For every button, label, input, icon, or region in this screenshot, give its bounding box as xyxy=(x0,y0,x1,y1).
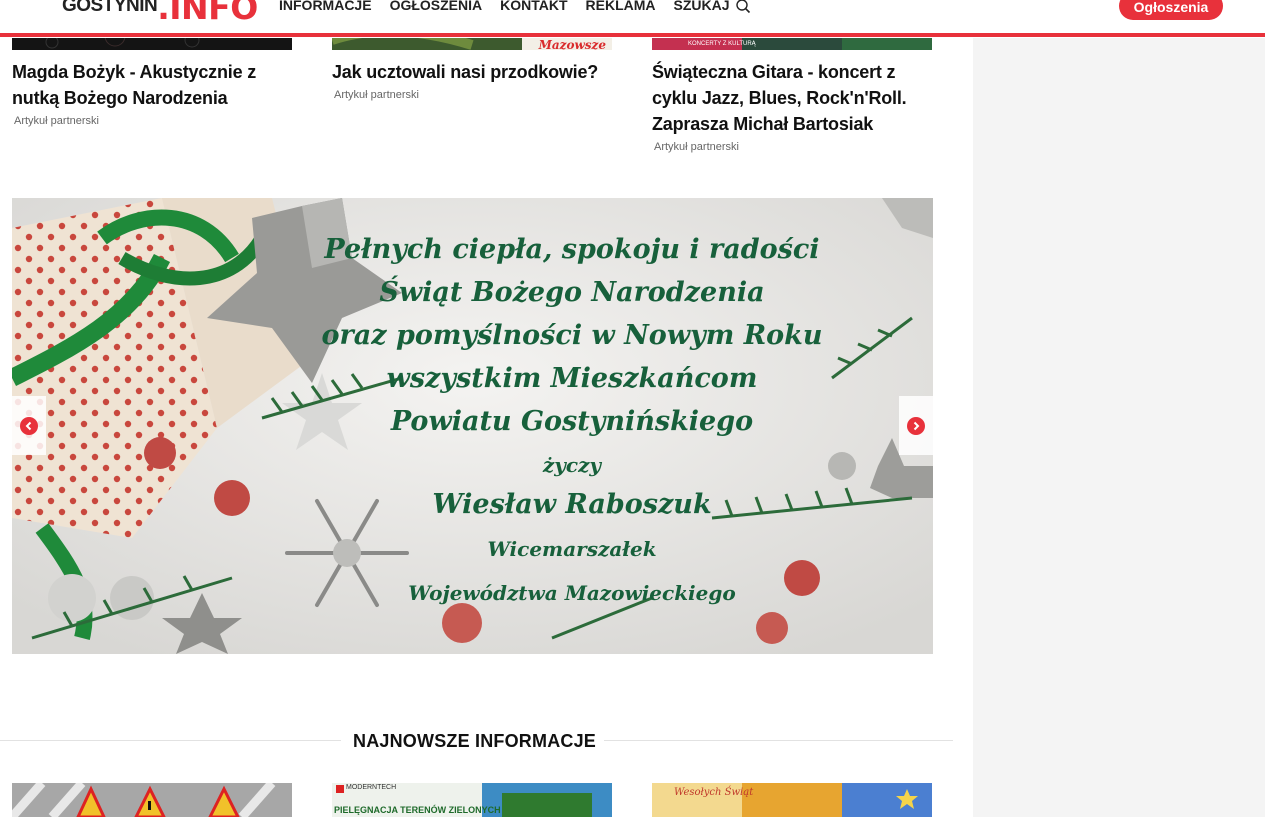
site-header: GOSTYNIN .INFO INFORMACJE OGŁOSZENIA KON… xyxy=(0,0,1265,38)
card-label-2: Artykuł partnerski xyxy=(334,89,419,101)
banner-line-4: wszystkim Mieszkańcom xyxy=(386,363,758,394)
news-thumb-3-text: Wesołych Świąt xyxy=(674,787,754,798)
ads-button[interactable]: Ogłoszenia xyxy=(1119,0,1223,20)
card-title-1-line: Magda Bożyk - Akustycznie z xyxy=(12,62,256,82)
card-title-3-line: Zapraszа Michał Bartosiak xyxy=(652,114,874,134)
chevron-right-icon xyxy=(907,416,925,435)
nav-item-informacje[interactable]: INFORMACJE xyxy=(279,0,372,13)
card-title-3-line: cyklu Jazz, Blues, Rock'n'Roll. xyxy=(652,88,907,108)
banner-line-2: Świąt Bożego Narodzenia xyxy=(379,277,765,308)
banner-line-6: życzy xyxy=(542,453,602,477)
nav-item-kontakt[interactable]: KONTAKT xyxy=(500,0,567,13)
card-title-1[interactable]: Magda Bożyk - Akustycznie z nutką Bożego… xyxy=(12,59,302,111)
news-thumb-2-text: PIELĘGNACJA TERENÓW ZIELONYCH xyxy=(334,805,501,815)
card-thumb-2-text: Mazowsze xyxy=(538,38,606,50)
banner-line-7: Wiesław Raboszuk xyxy=(432,489,712,520)
logo-text-gostynin: GOSTYNIN xyxy=(62,0,158,16)
logo-text-info: .INFO xyxy=(157,0,258,27)
card-title-2-line: Jak ucztowali nasi przodkowie? xyxy=(332,62,599,82)
banner-line-8: Wicemarszałek xyxy=(487,537,657,561)
main-nav: INFORMACJE OGŁOSZENIA KONTAKT REKLAMA SZ… xyxy=(279,0,750,14)
card-title-1-line: nutką Bożego Narodzenia xyxy=(12,88,228,108)
card-title-3-line: Świąteczna Gitara - koncert z xyxy=(652,62,896,82)
news-thumb-1[interactable] xyxy=(12,783,292,817)
section-title: NAJNOWSZE INFORMACJE xyxy=(353,731,597,751)
header-divider xyxy=(0,33,1265,37)
carousel-next-button[interactable] xyxy=(899,396,933,455)
card-thumb-3-text: KONCERTY Z KULTURĄ xyxy=(688,41,756,47)
sidebar xyxy=(973,38,1265,817)
banner-line-1: Pełnych ciepła, spokoju i radości xyxy=(324,234,820,265)
christmas-banner[interactable]: Pełnych ciepła, spokoju i radości Świąt … xyxy=(12,198,933,654)
nav-item-reklama[interactable]: REKLAMA xyxy=(586,0,656,13)
card-title-2[interactable]: Jak ucztowali nasi przodkowie? xyxy=(332,59,622,85)
nav-item-szukaj[interactable]: SZUKAJ xyxy=(674,0,730,13)
nav-item-ogloszenia[interactable]: OGŁOSZENIA xyxy=(390,0,483,13)
card-label-1: Artykuł partnerski xyxy=(14,115,99,127)
news-thumb-3[interactable]: Wesołych Świąt xyxy=(652,783,932,817)
card-label-3: Artykuł partnerski xyxy=(654,141,739,153)
chevron-left-icon xyxy=(20,416,38,435)
news-thumb-2[interactable]: MODERNTECH PIELĘGNACJA TERENÓW ZIELONYCH xyxy=(332,783,612,817)
section-divider-left xyxy=(0,740,341,741)
section-divider-right xyxy=(604,740,953,741)
search-icon[interactable] xyxy=(735,0,750,14)
banner-line-5: Powiatu Gostynińskiego xyxy=(390,406,754,437)
news-thumb-2-brand: MODERNTECH xyxy=(346,784,397,791)
banner-line-9: Województwa Mazowieckiego xyxy=(408,581,736,605)
card-title-3[interactable]: Świąteczna Gitara - koncert z cyklu Jazz… xyxy=(652,59,942,137)
site-logo[interactable]: GOSTYNIN .INFO xyxy=(62,0,258,24)
banner-line-3: oraz pomyślności w Nowym Roku xyxy=(321,320,823,351)
carousel-prev-button[interactable] xyxy=(12,396,46,455)
